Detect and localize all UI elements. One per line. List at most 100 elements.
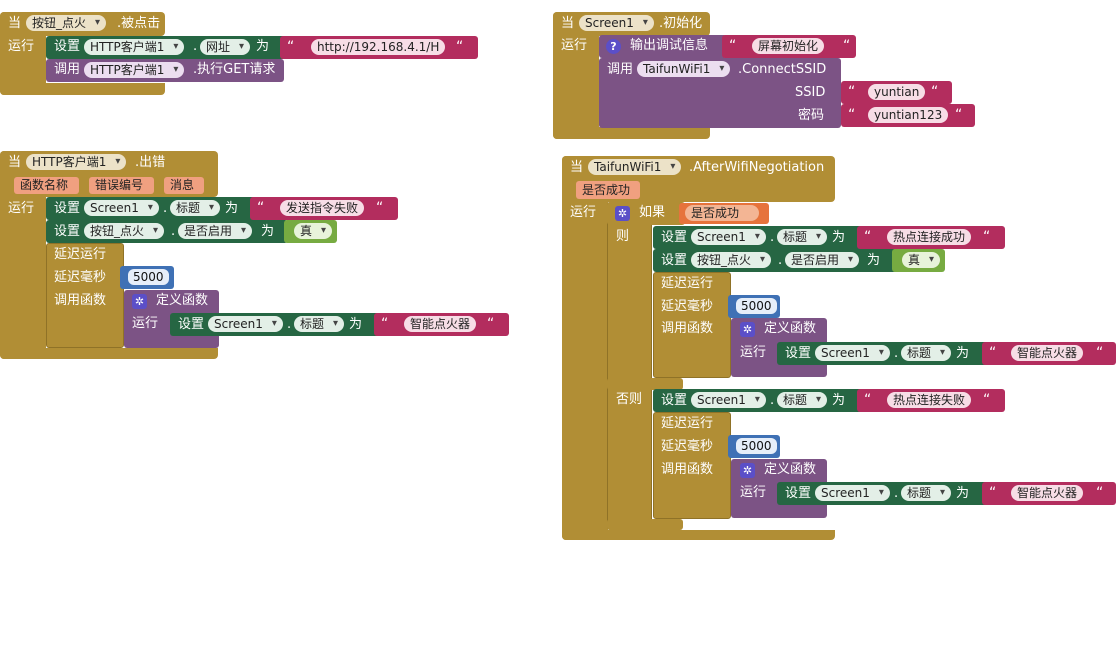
dot-label: .: [770, 230, 775, 245]
else-label: 否则: [616, 392, 643, 407]
property-dropdown[interactable]: 标题: [294, 316, 345, 332]
param-success: 是否成功: [582, 183, 631, 197]
property-dropdown[interactable]: 是否启用: [785, 252, 860, 268]
inner-text-value[interactable]: 智能点火器: [404, 316, 477, 332]
delay-value[interactable]: 5000: [736, 438, 777, 454]
url-value[interactable]: http://192.168.4.1/H: [311, 39, 446, 55]
component-dropdown[interactable]: Screen1: [579, 15, 654, 31]
to-label: 为: [867, 253, 881, 268]
component-dropdown[interactable]: Screen1: [691, 392, 766, 408]
property-dropdown[interactable]: 标题: [901, 345, 952, 361]
to-label: 为: [349, 317, 363, 332]
quote-open: “: [989, 485, 997, 501]
gear-icon[interactable]: ✲: [740, 322, 755, 337]
if-block[interactable]: [607, 202, 652, 530]
quote-close: “: [1096, 345, 1104, 361]
do-label: 运行: [740, 345, 767, 360]
component-dropdown[interactable]: HTTP客户端1: [84, 62, 185, 78]
delay-value[interactable]: 5000: [128, 269, 169, 285]
debug-label: 输出调试信息: [630, 38, 709, 53]
to-label: 为: [956, 346, 970, 361]
boolean-dropdown[interactable]: 真: [294, 223, 333, 239]
component-dropdown[interactable]: HTTP客户端1: [26, 154, 127, 170]
component-dropdown[interactable]: 按钮_点火: [26, 15, 107, 31]
quote-close: “: [931, 84, 939, 100]
password-value[interactable]: yuntian123: [868, 107, 949, 123]
dot-label: .: [287, 317, 292, 332]
component-dropdown[interactable]: TaifunWiFi1: [637, 61, 731, 77]
event-name: .AfterWifiNegotiation: [689, 160, 825, 175]
dot-label: .: [770, 393, 775, 408]
quote-close: “: [983, 229, 991, 245]
delay-ms-label: 延迟毫秒: [54, 270, 107, 285]
property-dropdown[interactable]: 是否启用: [178, 223, 253, 239]
title-text-value[interactable]: 热点连接失败: [887, 392, 972, 408]
def-func-label: 定义函数: [764, 462, 817, 477]
set-label: 设置: [54, 201, 81, 216]
if-label: 如果: [639, 205, 666, 220]
delay-ms-label: 延迟毫秒: [661, 439, 714, 454]
quote-open: “: [989, 345, 997, 361]
component-dropdown[interactable]: HTTP客户端1: [84, 39, 185, 55]
quote-open: “: [864, 392, 872, 408]
boolean-dropdown[interactable]: 真: [902, 252, 941, 268]
set-label: 设置: [661, 393, 688, 408]
when-label: 当: [570, 160, 584, 175]
gear-icon[interactable]: ✲: [615, 206, 630, 221]
when-label: 当: [8, 16, 22, 31]
quote-close: “: [983, 392, 991, 408]
param-message: 消息: [170, 178, 195, 192]
quote-open: “: [729, 38, 737, 54]
component-dropdown[interactable]: Screen1: [815, 485, 890, 501]
dot-label: .: [163, 201, 168, 216]
event-name: .出错: [135, 155, 166, 170]
delay-label: 延迟运行: [661, 416, 714, 431]
set-label: 设置: [54, 224, 81, 239]
setter-block[interactable]: [653, 249, 897, 272]
quote-open: “: [848, 107, 856, 123]
call-func-label: 调用函数: [54, 293, 107, 308]
component-dropdown[interactable]: TaifunWiFi1: [588, 159, 682, 175]
debug-text-value[interactable]: 屏幕初始化: [752, 38, 825, 54]
delay-label: 延迟运行: [54, 247, 107, 262]
property-dropdown[interactable]: 标题: [777, 392, 828, 408]
call-func-label: 调用函数: [661, 462, 714, 477]
delay-value[interactable]: 5000: [736, 298, 777, 314]
gear-icon[interactable]: ✲: [740, 463, 755, 478]
title-text-value[interactable]: 热点连接成功: [887, 229, 972, 245]
do-label: 运行: [132, 316, 159, 331]
help-icon[interactable]: ?: [606, 39, 621, 54]
quote-close: “: [487, 316, 495, 332]
property-dropdown[interactable]: 标题: [901, 485, 952, 501]
quote-open: “: [848, 84, 856, 100]
component-dropdown[interactable]: Screen1: [691, 229, 766, 245]
delay-ms-label: 延迟毫秒: [661, 299, 714, 314]
component-dropdown[interactable]: Screen1: [84, 200, 159, 216]
event-name: .被点击: [117, 16, 161, 31]
do-label: 运行: [561, 38, 588, 53]
gear-icon[interactable]: ✲: [132, 294, 147, 309]
call-func-label: 调用函数: [661, 321, 714, 336]
when-label: 当: [561, 16, 575, 31]
method-name: .ConnectSSID: [738, 62, 827, 77]
set-label: 设置: [661, 230, 688, 245]
event-name: .初始化: [659, 16, 703, 31]
property-dropdown[interactable]: 网址: [200, 39, 251, 55]
inner-text-value[interactable]: 智能点火器: [1011, 485, 1084, 501]
component-dropdown[interactable]: 按钮_点火: [691, 252, 772, 268]
inner-text-value[interactable]: 智能点火器: [1011, 345, 1084, 361]
property-dropdown[interactable]: 标题: [170, 200, 221, 216]
component-dropdown[interactable]: 按钮_点火: [84, 223, 165, 239]
method-name: .执行GET请求: [193, 62, 276, 77]
property-dropdown[interactable]: 标题: [777, 229, 828, 245]
dot-label: .: [778, 253, 783, 268]
title-text-value[interactable]: 发送指令失败: [280, 200, 365, 216]
param-function-name: 函数名称: [20, 178, 69, 192]
call-label: 调用: [54, 62, 81, 77]
to-label: 为: [832, 393, 846, 408]
ssid-value[interactable]: yuntian: [868, 84, 926, 100]
variable-dropdown[interactable]: 是否成功: [685, 205, 760, 221]
def-func-label: 定义函数: [156, 293, 209, 308]
component-dropdown[interactable]: Screen1: [815, 345, 890, 361]
component-dropdown[interactable]: Screen1: [208, 316, 283, 332]
